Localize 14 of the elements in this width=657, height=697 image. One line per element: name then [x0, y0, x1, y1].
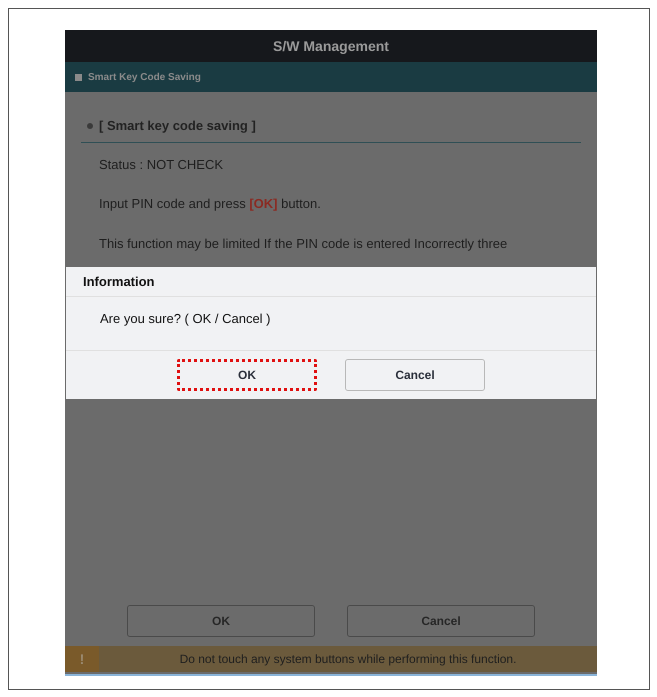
info-text: Status : NOT CHECK: [99, 156, 224, 174]
dialog-button[interactable]: OK: [177, 359, 317, 391]
content-heading: [ Smart key code saving ]: [99, 117, 256, 135]
dialog-button[interactable]: Cancel: [345, 359, 485, 391]
warning-icon: !: [65, 646, 99, 672]
instruction-text: Input PIN code and press [OK] button.: [99, 195, 322, 213]
warning-message: Do not touch any system buttons while performing this function.: [178, 651, 518, 668]
window-title: S/W Management: [273, 36, 389, 56]
info-text: This function may be limited If the PIN code is entered Incorrectly three: [99, 234, 508, 253]
section-title: Smart Key Code Saving: [88, 70, 201, 84]
dialog-message: Are you sure? ( OK / Cancel ): [100, 311, 271, 326]
bullet-icon: [87, 122, 93, 129]
dialog-title: Information: [83, 272, 154, 291]
square-icon: [75, 74, 82, 80]
